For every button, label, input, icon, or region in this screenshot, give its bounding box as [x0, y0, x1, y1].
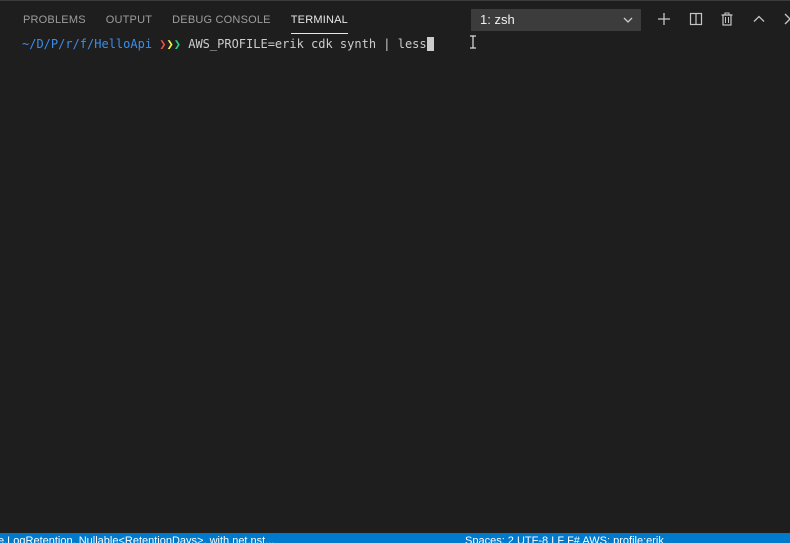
- terminal-panel: PROBLEMS OUTPUT DEBUG CONSOLE TERMINAL 1…: [0, 0, 790, 543]
- prompt-arrow-red: ❯: [159, 37, 167, 51]
- prompt-arrow-yellow: ❯: [166, 37, 174, 51]
- panel-tabs: PROBLEMS OUTPUT DEBUG CONSOLE TERMINAL: [13, 0, 358, 38]
- status-left-text[interactable]: e.LogRetention, Nullable<RetentionDays>,…: [0, 535, 274, 543]
- panel-header: PROBLEMS OUTPUT DEBUG CONSOLE TERMINAL 1…: [0, 0, 790, 38]
- text-cursor-icon: [470, 35, 476, 49]
- terminal-command: AWS_PROFILE=erik cdk synth | less: [188, 37, 427, 51]
- close-panel-button[interactable]: [780, 9, 790, 29]
- tab-terminal[interactable]: TERMINAL: [281, 0, 358, 38]
- tab-output[interactable]: OUTPUT: [96, 0, 162, 38]
- trash-icon: [721, 12, 733, 26]
- status-bar: e.LogRetention, Nullable<RetentionDays>,…: [0, 533, 790, 543]
- plus-icon: [658, 13, 670, 25]
- tab-problems[interactable]: PROBLEMS: [13, 0, 96, 38]
- terminal-select-value: 1: zsh: [480, 12, 515, 27]
- close-icon: [784, 13, 790, 25]
- prompt-arrow-green: ❯: [173, 37, 181, 51]
- split-icon: [689, 12, 702, 26]
- kill-terminal-button[interactable]: [717, 9, 737, 29]
- terminal-cursor: [426, 37, 434, 51]
- new-terminal-button[interactable]: [654, 9, 674, 29]
- maximize-panel-button[interactable]: [749, 9, 769, 29]
- prompt-path: ~/D/P/r/f/HelloApi: [22, 37, 153, 51]
- chevron-down-icon: [623, 17, 633, 23]
- terminal-instance-select[interactable]: 1: zsh: [471, 9, 641, 31]
- tab-debug-console[interactable]: DEBUG CONSOLE: [162, 0, 281, 38]
- panel-actions: [654, 9, 790, 29]
- split-terminal-button[interactable]: [686, 9, 706, 29]
- status-right-text[interactable]: Spaces: 2 UTF-8 LF F# AWS: profile:erik: [465, 535, 664, 543]
- chevron-up-icon: [753, 15, 764, 22]
- terminal-output[interactable]: ~/D/P/r/f/HelloApi ❯❯❯ AWS_PROFILE=erik …: [22, 37, 780, 51]
